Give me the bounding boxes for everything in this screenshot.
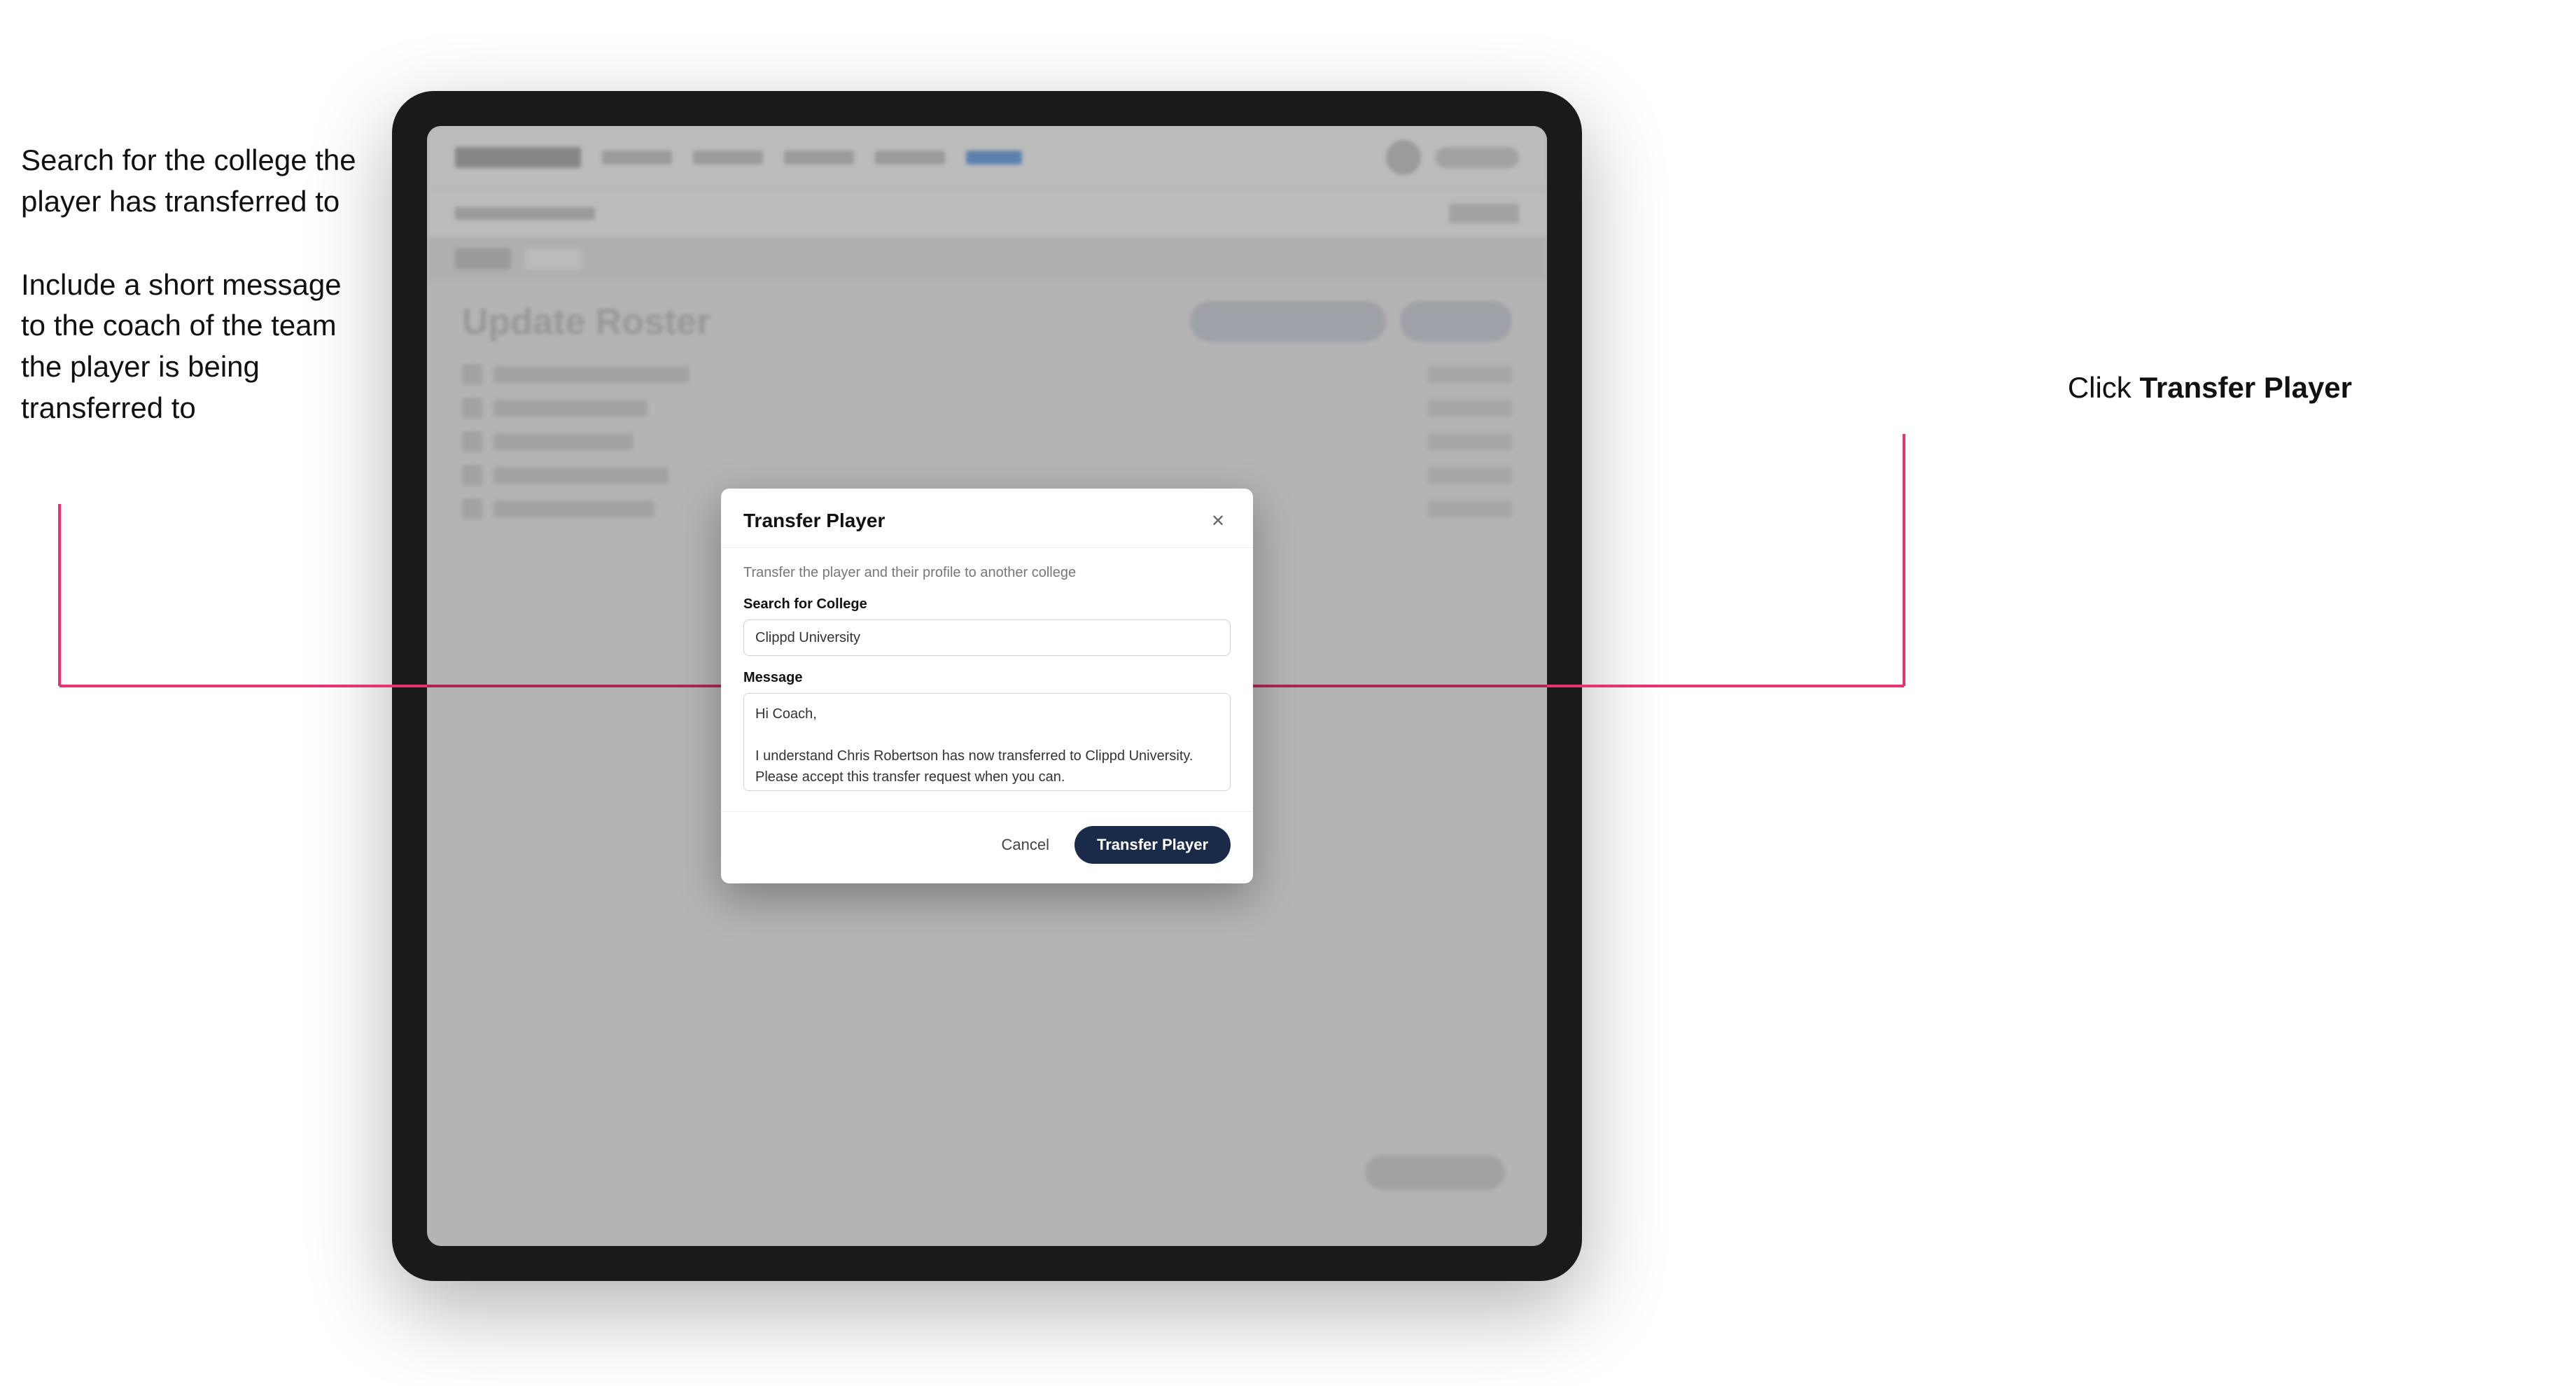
dialog-footer: Cancel Transfer Player [721,811,1253,883]
annotation-right: Click Transfer Player [2068,371,2352,405]
message-label: Message [743,670,1231,686]
annotation-text-top: Search for the college the player has tr… [21,140,371,223]
annotation-left: Search for the college the player has tr… [21,140,371,471]
transfer-player-button[interactable]: Transfer Player [1074,826,1231,864]
dialog-header: Transfer Player ✕ [721,489,1253,548]
cancel-button[interactable]: Cancel [988,829,1063,861]
annotation-text-bottom: Include a short messageto the coach of t… [21,265,371,429]
search-college-input[interactable] [743,620,1231,656]
message-textarea[interactable]: Hi Coach, I understand Chris Robertson h… [743,693,1231,791]
annotation-transfer-bold: Transfer Player [2139,371,2352,404]
tablet-screen: Update Roster [427,126,1547,1246]
dialog-title: Transfer Player [743,510,885,532]
tablet-device: Update Roster [392,91,1582,1281]
dialog-subtitle: Transfer the player and their profile to… [743,565,1231,581]
transfer-player-dialog: Transfer Player ✕ Transfer the player an… [721,489,1253,883]
dialog-overlay: Transfer Player ✕ Transfer the player an… [427,126,1547,1246]
dialog-close-button[interactable]: ✕ [1205,508,1231,533]
dialog-body: Transfer the player and their profile to… [721,548,1253,811]
search-college-label: Search for College [743,596,1231,612]
